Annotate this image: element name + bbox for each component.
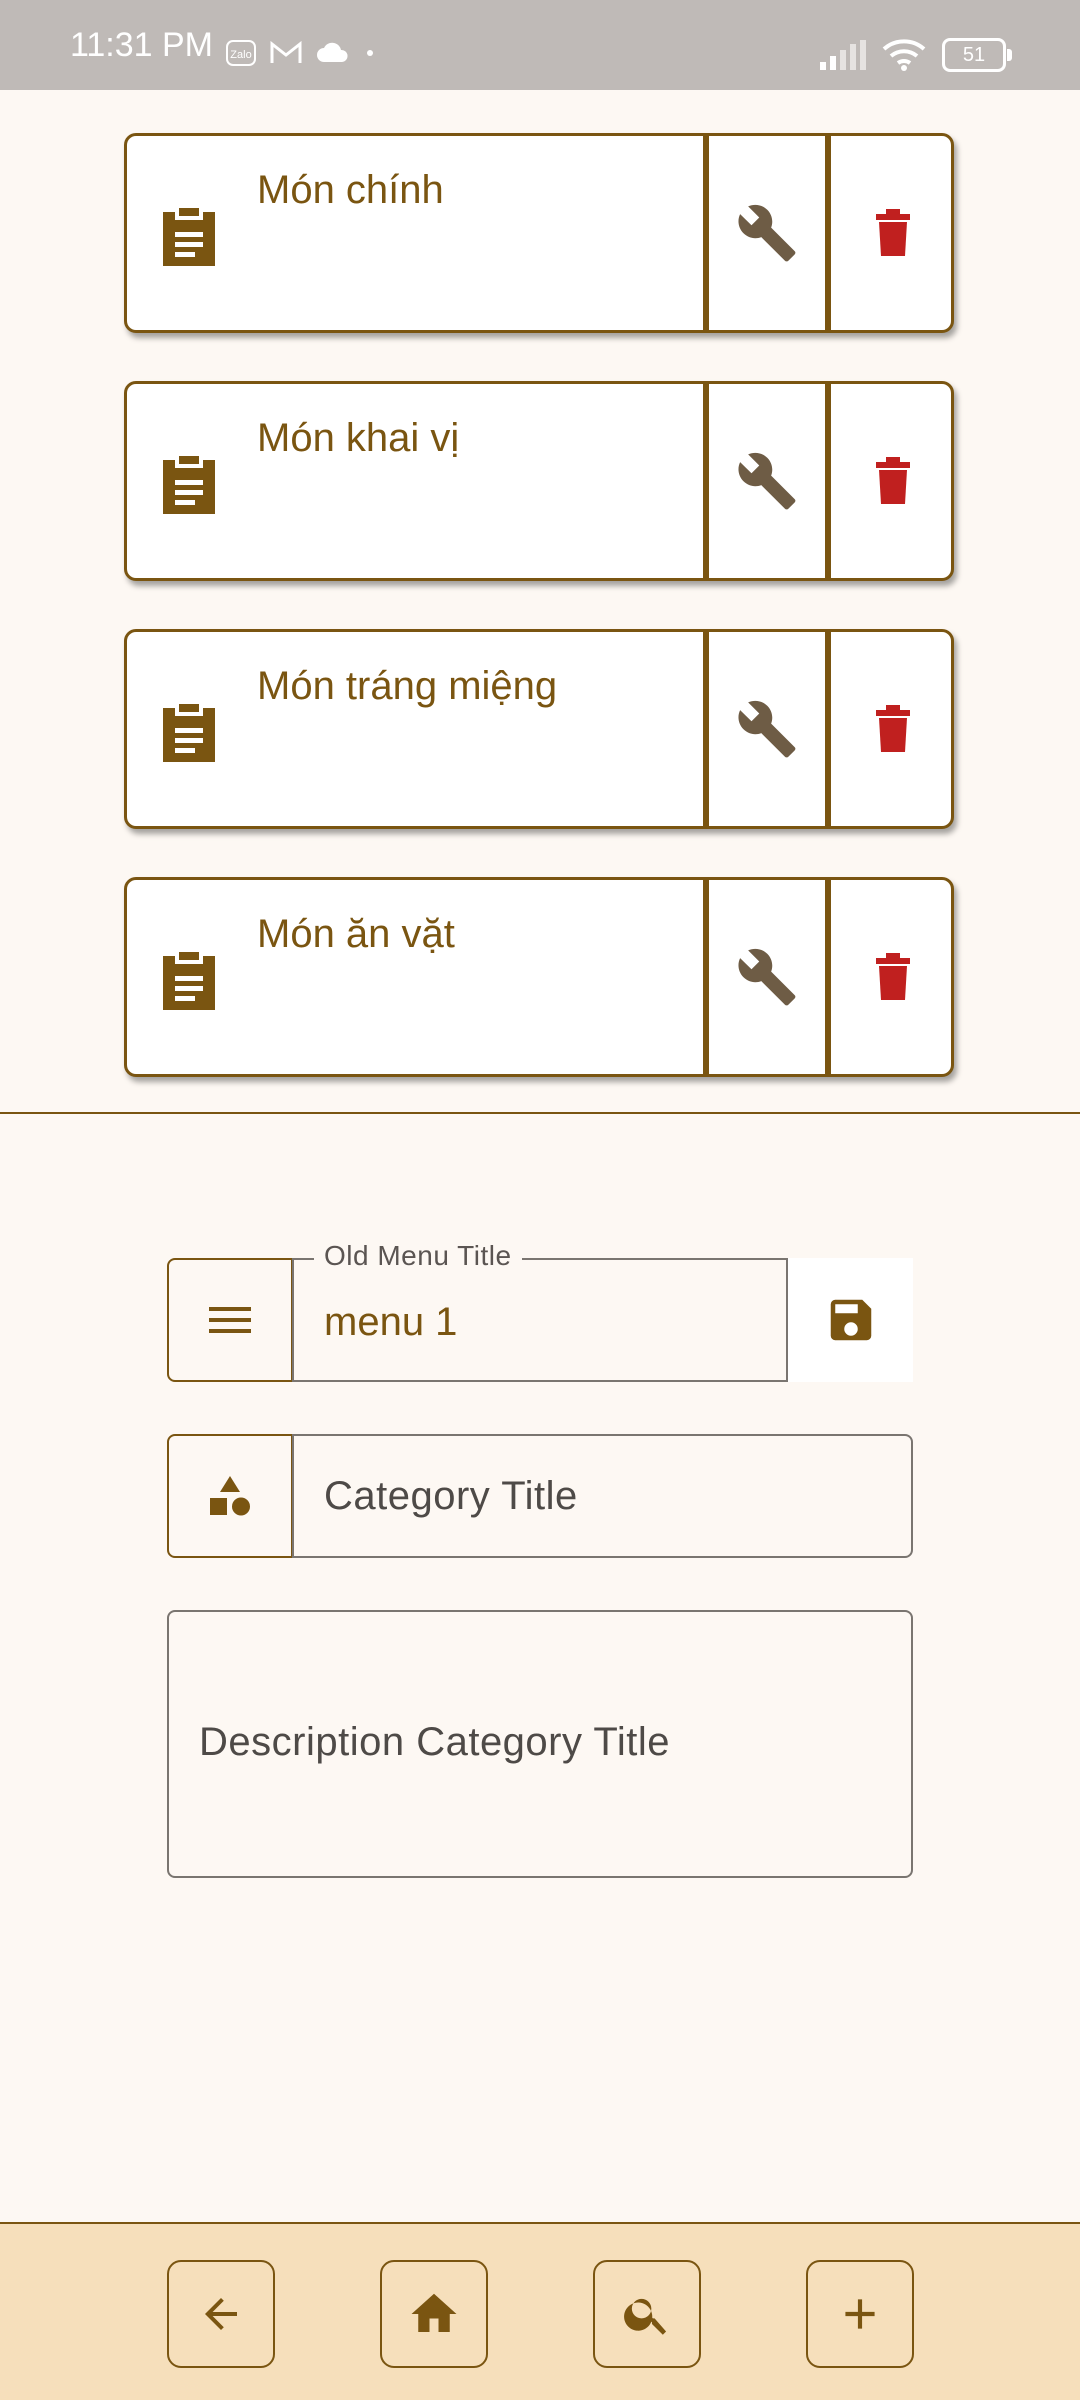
delete-category-button[interactable] — [831, 880, 951, 1074]
delete-category-button[interactable] — [831, 136, 951, 330]
trash-icon — [875, 705, 910, 752]
description-placeholder: Description Category Title — [199, 1720, 670, 1764]
menu-prefix — [167, 1258, 293, 1382]
notification-icons: Zalo — [226, 40, 376, 66]
trash-icon — [875, 953, 910, 1000]
menu-title-input[interactable]: Old Menu Title menu 1 — [292, 1240, 788, 1382]
category-card[interactable]: Món chính — [124, 133, 954, 333]
wrench-icon — [738, 700, 796, 758]
category-card[interactable]: Món ăn vặt — [124, 877, 954, 1077]
system-icons: 51 — [820, 38, 1012, 72]
edit-category-button[interactable] — [703, 880, 831, 1074]
description-input[interactable]: Description Category Title — [167, 1610, 913, 1878]
section-divider — [0, 1112, 1080, 1114]
clipboard-icon — [163, 704, 215, 762]
signal-icon — [820, 40, 866, 70]
dot-icon — [367, 50, 373, 56]
cloud-icon — [317, 42, 348, 62]
save-button[interactable] — [788, 1258, 913, 1382]
category-title: Món tráng miệng — [257, 664, 558, 708]
menu-lines-icon — [209, 1307, 251, 1333]
shapes-icon — [210, 1476, 250, 1516]
home-button[interactable] — [380, 2260, 488, 2368]
clipboard-icon — [163, 208, 215, 266]
trash-icon — [875, 457, 910, 504]
edit-category-button[interactable] — [703, 384, 831, 578]
category-title: Món ăn vặt — [257, 912, 455, 956]
gmail-icon — [270, 41, 302, 63]
status-bar: 11:31 PM Zalo 51 — [0, 0, 1080, 90]
home-icon — [411, 2293, 457, 2332]
category-title: Món chính — [257, 168, 444, 212]
category-prefix — [167, 1434, 293, 1558]
zalo-icon: Zalo — [226, 40, 256, 66]
category-title: Món khai vị — [257, 416, 460, 460]
wifi-icon — [882, 39, 926, 71]
category-title-input[interactable]: Category Title — [292, 1434, 913, 1558]
menu-title-value: menu 1 — [324, 1300, 458, 1344]
delete-category-button[interactable] — [831, 632, 951, 826]
clipboard-icon — [163, 952, 215, 1010]
search-icon — [624, 2298, 667, 2335]
clipboard-icon — [163, 456, 215, 514]
bottom-nav — [0, 2222, 1080, 2400]
category-title-field: Category Title — [167, 1434, 913, 1558]
back-button[interactable] — [167, 2260, 275, 2368]
trash-icon — [875, 209, 910, 256]
wrench-icon — [738, 452, 796, 510]
add-button[interactable] — [806, 2260, 914, 2368]
edit-category-button[interactable] — [703, 136, 831, 330]
wrench-icon — [738, 204, 796, 262]
category-card[interactable]: Món khai vị — [124, 381, 954, 581]
wrench-icon — [738, 948, 796, 1006]
back-arrow-icon — [205, 2298, 237, 2330]
menu-title-label: Old Menu Title — [314, 1240, 522, 1272]
category-title-placeholder: Category Title — [324, 1474, 578, 1518]
battery-icon: 51 — [942, 38, 1012, 72]
edit-category-button[interactable] — [703, 632, 831, 826]
search-button[interactable] — [593, 2260, 701, 2368]
delete-category-button[interactable] — [831, 384, 951, 578]
save-icon — [830, 1299, 871, 1341]
add-icon — [845, 2299, 875, 2329]
status-time: 11:31 PM — [70, 26, 214, 64]
category-card[interactable]: Món tráng miệng — [124, 629, 954, 829]
menu-title-field: Old Menu Title menu 1 — [167, 1240, 913, 1382]
